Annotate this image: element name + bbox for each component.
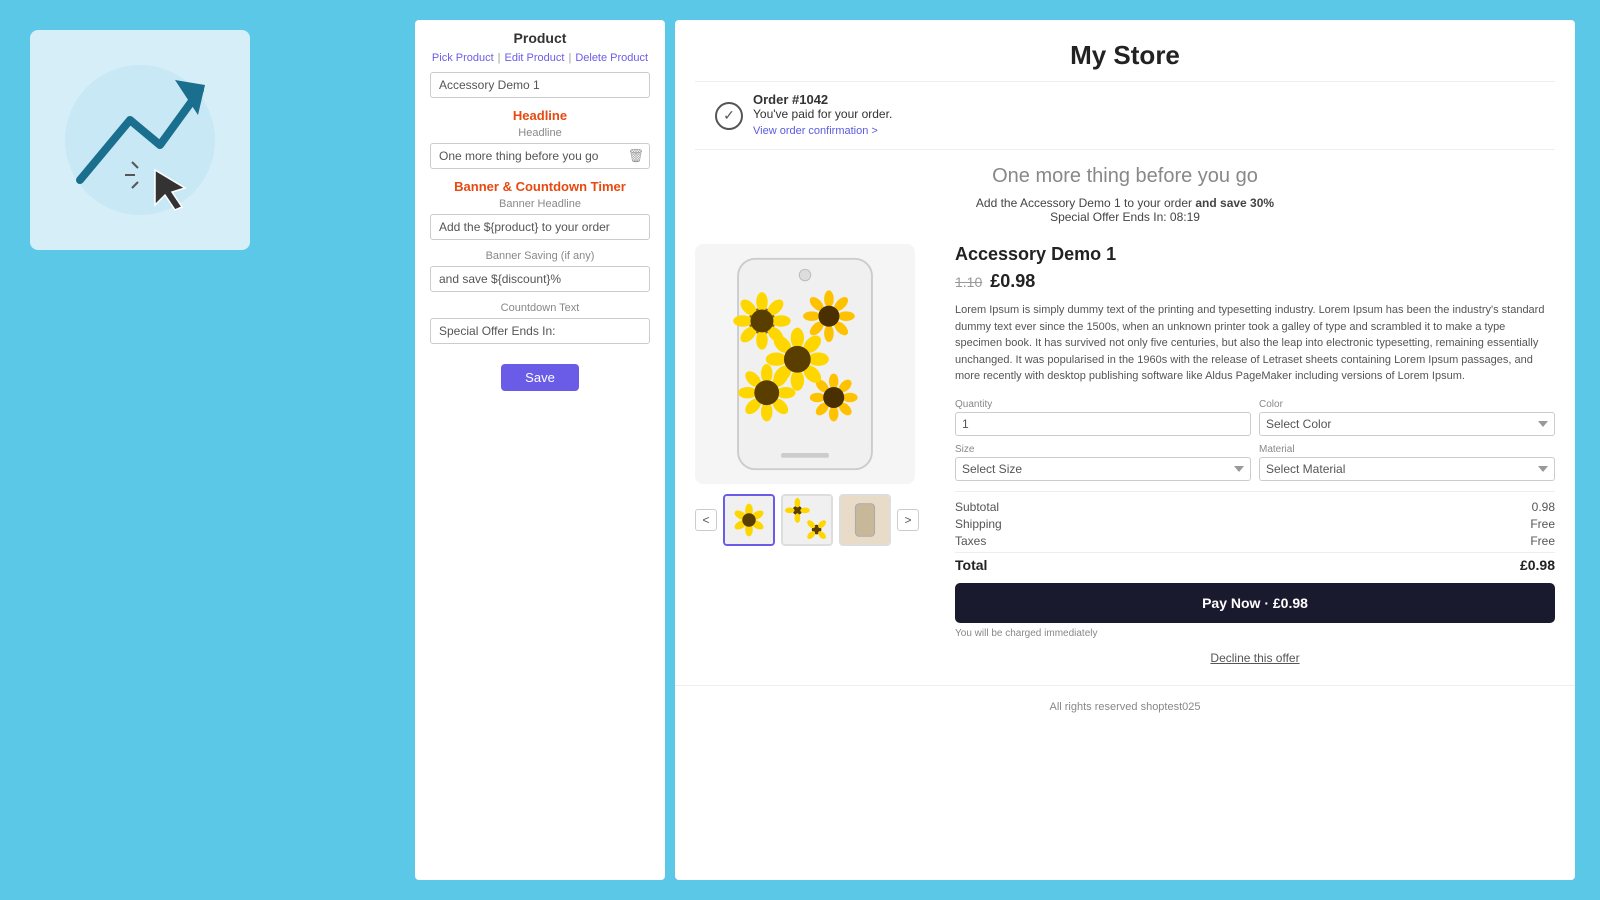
shipping-value: Free [1530,517,1555,531]
upsell-countdown: Special Offer Ends In: 08:19 [1050,210,1200,224]
color-label: Color [1259,399,1555,410]
shipping-label: Shipping [955,517,1002,531]
thumb-next-button[interactable]: > [897,509,919,531]
subtotal-value: 0.98 [1532,500,1555,514]
banner-saving-input[interactable] [430,266,650,292]
view-order-link[interactable]: View order confirmation > [753,125,878,137]
banner-section: Banner & Countdown Timer Banner Headline… [430,179,650,391]
taxes-row: Taxes Free [955,534,1555,548]
order-confirmation-bar: ✓ Order #1042 You've paid for your order… [695,81,1555,150]
product-images: < [695,244,935,685]
banner-headline-label: Banner Headline [430,198,650,210]
size-group: Size Select Size [955,444,1251,481]
banner-saving-label: Banner Saving (if any) [430,250,650,262]
total-label: Total [955,557,987,573]
check-circle-icon: ✓ [715,102,743,130]
trash-icon[interactable]: 🗑 [627,148,644,164]
quantity-input[interactable] [955,412,1251,436]
pay-now-button[interactable]: Pay Now · £0.98 [955,583,1555,623]
total-value: £0.98 [1520,557,1555,573]
countdown-input[interactable] [430,318,650,344]
product-name-input[interactable] [430,72,650,98]
taxes-value: Free [1530,534,1555,548]
banner-headline-input[interactable] [430,214,650,240]
material-label: Material [1259,444,1555,455]
product-name: Accessory Demo 1 [955,244,1555,265]
main-product-image [695,244,915,484]
product-links-row: Pick Product | Edit Product | Delete Pro… [430,52,650,64]
subtotal-label: Subtotal [955,500,999,514]
upsell-banner: Add the Accessory Demo 1 to your order a… [675,196,1575,224]
thumbnails-row: < [695,494,935,546]
countdown-label: Countdown Text [430,302,650,314]
color-select[interactable]: Select Color [1259,412,1555,436]
right-panel: My Store ✓ Order #1042 You've paid for y… [675,20,1575,880]
thumbnail-1[interactable] [723,494,775,546]
upsell-banner-text: Add the Accessory Demo 1 to your order [976,196,1195,210]
edit-product-link[interactable]: Edit Product [505,52,565,64]
store-name: My Store [675,20,1575,81]
product-section: Product Pick Product | Edit Product | De… [430,30,650,108]
shipping-row: Shipping Free [955,517,1555,531]
product-area: < [675,244,1575,685]
order-info: Order #1042 You've paid for your order. … [753,92,892,139]
product-details: Accessory Demo 1 1.10 £0.98 Lorem Ipsum … [955,244,1555,685]
headline-field-label: Headline [430,127,650,139]
taxes-label: Taxes [955,534,986,548]
charged-note: You will be charged immediately [955,628,1555,639]
subtotal-row: Subtotal 0.98 [955,500,1555,514]
size-select[interactable]: Select Size [955,457,1251,481]
left-panel: Product Pick Product | Edit Product | De… [415,20,665,880]
totals-section: Subtotal 0.98 Shipping Free Taxes Free T… [955,491,1555,573]
product-section-title: Product [430,30,650,46]
material-select[interactable]: Select Material [1259,457,1555,481]
headline-section-title: Headline [430,108,650,123]
thumbnail-3[interactable] [839,494,891,546]
logo-box [30,30,250,250]
options-grid: Quantity Color Select Color Size Select … [955,399,1555,481]
order-status: You've paid for your order. [753,107,892,121]
upsell-save-text: and save 30% [1195,196,1274,210]
color-group: Color Select Color [1259,399,1555,436]
product-description: Lorem Ipsum is simply dummy text of the … [955,302,1555,385]
material-group: Material Select Material [1259,444,1555,481]
price-sale: £0.98 [990,271,1035,292]
headline-input-wrapper: 🗑 [430,143,650,169]
quantity-group: Quantity [955,399,1251,436]
headline-section: Headline Headline 🗑 [430,108,650,169]
quantity-label: Quantity [955,399,1251,410]
upsell-headline: One more thing before you go [675,165,1575,188]
footer-text: All rights reserved shoptest025 [675,685,1575,728]
thumbnail-2[interactable] [781,494,833,546]
size-label: Size [955,444,1251,455]
save-button[interactable]: Save [501,364,579,391]
total-row: Total £0.98 [955,552,1555,573]
decline-offer-link[interactable]: Decline this offer [955,651,1555,665]
banner-section-title: Banner & Countdown Timer [430,179,650,194]
pick-product-link[interactable]: Pick Product [432,52,494,64]
delete-product-link[interactable]: Delete Product [575,52,648,64]
price-original: 1.10 [955,274,982,290]
headline-input[interactable] [430,143,650,169]
order-number: Order #1042 [753,92,828,107]
thumb-prev-button[interactable]: < [695,509,717,531]
price-row: 1.10 £0.98 [955,271,1555,292]
